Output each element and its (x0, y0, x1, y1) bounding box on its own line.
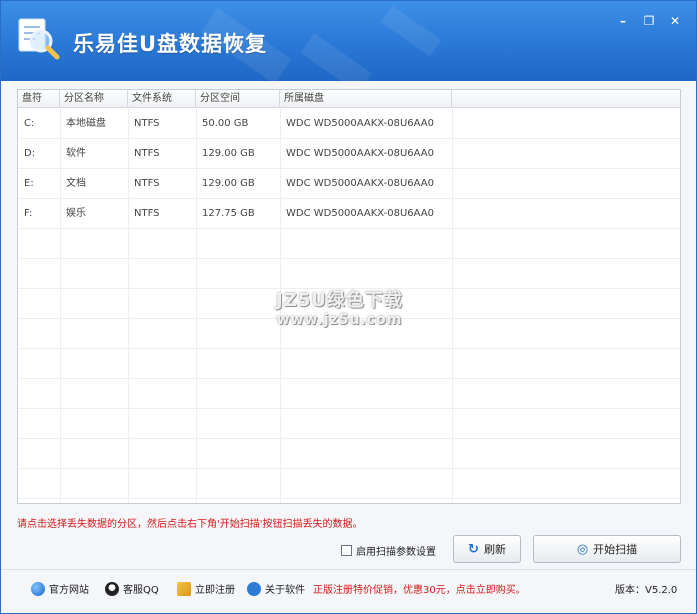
empty-row (18, 439, 680, 469)
scan-settings-label: 启用扫描参数设置 (356, 547, 436, 558)
support-qq-label: 客服QQ (123, 585, 159, 596)
instruction-hint: 请点击选择丢失数据的分区，然后点击右下角'开始扫描'按钮扫描丢失的数据。 (17, 519, 363, 530)
cell-name: 软件 (66, 148, 86, 159)
title-decoration (300, 33, 372, 81)
app-title: 乐易佳U盘数据恢复 (73, 32, 268, 56)
version-label: 版本： (615, 585, 645, 596)
support-qq-link[interactable]: 客服QQ (105, 581, 159, 596)
column-header-disk[interactable]: 所属磁盘 (280, 90, 452, 108)
cell-filesystem: NTFS (134, 178, 160, 189)
minimize-button[interactable]: – (612, 13, 634, 29)
column-header-size[interactable]: 分区空间 (196, 90, 280, 108)
partition-list[interactable]: 盘符 分区名称 文件系统 分区空间 所属磁盘 C: 本地磁盘 NTFS 50.0… (17, 89, 681, 504)
refresh-icon: ↻ (468, 541, 479, 557)
column-header-name[interactable]: 分区名称 (60, 90, 128, 108)
list-header: 盘符 分区名称 文件系统 分区空间 所属磁盘 (18, 90, 680, 108)
window-controls: – ❐ ✕ (612, 13, 686, 29)
cell-drive: E: (24, 178, 34, 189)
info-icon (247, 581, 261, 596)
empty-row (18, 289, 680, 319)
scan-icon: ◎ (576, 541, 589, 557)
table-row[interactable]: F: 娱乐 NTFS 127.75 GB WDC WD5000AAKX-08U6… (18, 199, 680, 229)
cell-disk: WDC WD5000AAKX-08U6AA0 (286, 118, 434, 129)
cell-name: 娱乐 (66, 208, 86, 219)
key-icon (177, 581, 191, 596)
cell-disk: WDC WD5000AAKX-08U6AA0 (286, 208, 434, 219)
start-scan-label: 开始扫描 (593, 543, 638, 556)
restore-button[interactable]: ❐ (638, 13, 660, 29)
table-row[interactable]: D: 软件 NTFS 129.00 GB WDC WD5000AAKX-08U6… (18, 139, 680, 169)
website-link[interactable]: 官方网站 (31, 581, 89, 596)
promo-link[interactable]: 正版注册特价促销，优惠30元，点击立即购买。 (313, 581, 526, 596)
cell-size: 127.75 GB (202, 208, 255, 219)
close-button[interactable]: ✕ (664, 13, 686, 29)
version-value: V5.2.0 (645, 585, 678, 596)
table-row[interactable]: C: 本地磁盘 NTFS 50.00 GB WDC WD5000AAKX-08U… (18, 109, 680, 139)
cell-size: 129.00 GB (202, 178, 255, 189)
cell-filesystem: NTFS (134, 208, 160, 219)
cell-drive: C: (24, 118, 35, 129)
cell-size: 50.00 GB (202, 118, 249, 129)
version-info: 版本：V5.2.0 (615, 581, 677, 596)
empty-row (18, 349, 680, 379)
cell-filesystem: NTFS (134, 148, 160, 159)
ie-globe-icon (31, 581, 45, 596)
cell-drive: F: (24, 208, 33, 219)
magnifier-logo-icon (15, 15, 61, 61)
empty-row (18, 319, 680, 349)
refresh-label: 刷新 (483, 543, 506, 556)
cell-filesystem: NTFS (134, 118, 160, 129)
cell-drive: D: (24, 148, 36, 159)
cell-name: 本地磁盘 (66, 118, 106, 129)
register-label: 立即注册 (195, 585, 235, 596)
table-row[interactable]: E: 文档 NTFS 129.00 GB WDC WD5000AAKX-08U6… (18, 169, 680, 199)
empty-row (18, 379, 680, 409)
cell-disk: WDC WD5000AAKX-08U6AA0 (286, 178, 434, 189)
column-header-filesystem[interactable]: 文件系统 (128, 90, 196, 108)
start-scan-button[interactable]: ◎ 开始扫描 (533, 535, 681, 563)
register-link[interactable]: 立即注册 (177, 581, 235, 596)
footer-bar: 官方网站 客服QQ 立即注册 关于软件 正版注册特价促销，优惠30元，点击立即购… (1, 569, 696, 613)
about-link[interactable]: 关于软件 (247, 581, 305, 596)
scan-settings-checkbox[interactable]: 启用扫描参数设置 (341, 543, 436, 558)
title-bar[interactable]: 乐易佳U盘数据恢复 – ❐ ✕ (1, 1, 696, 81)
empty-row (18, 259, 680, 289)
cell-size: 129.00 GB (202, 148, 255, 159)
website-label: 官方网站 (49, 585, 89, 596)
about-label: 关于软件 (265, 585, 305, 596)
app-window: 乐易佳U盘数据恢复 – ❐ ✕ 盘符 分区名称 文件系统 分区空间 所属磁盘 C… (0, 0, 697, 614)
qq-penguin-icon (105, 581, 119, 596)
cell-name: 文档 (66, 178, 86, 189)
title-decoration (380, 5, 442, 57)
empty-row (18, 409, 680, 439)
empty-row (18, 229, 680, 259)
checkbox-box[interactable] (341, 545, 352, 556)
column-header-drive[interactable]: 盘符 (18, 90, 60, 108)
empty-row (18, 469, 680, 499)
refresh-button[interactable]: ↻ 刷新 (453, 535, 521, 563)
cell-disk: WDC WD5000AAKX-08U6AA0 (286, 148, 434, 159)
